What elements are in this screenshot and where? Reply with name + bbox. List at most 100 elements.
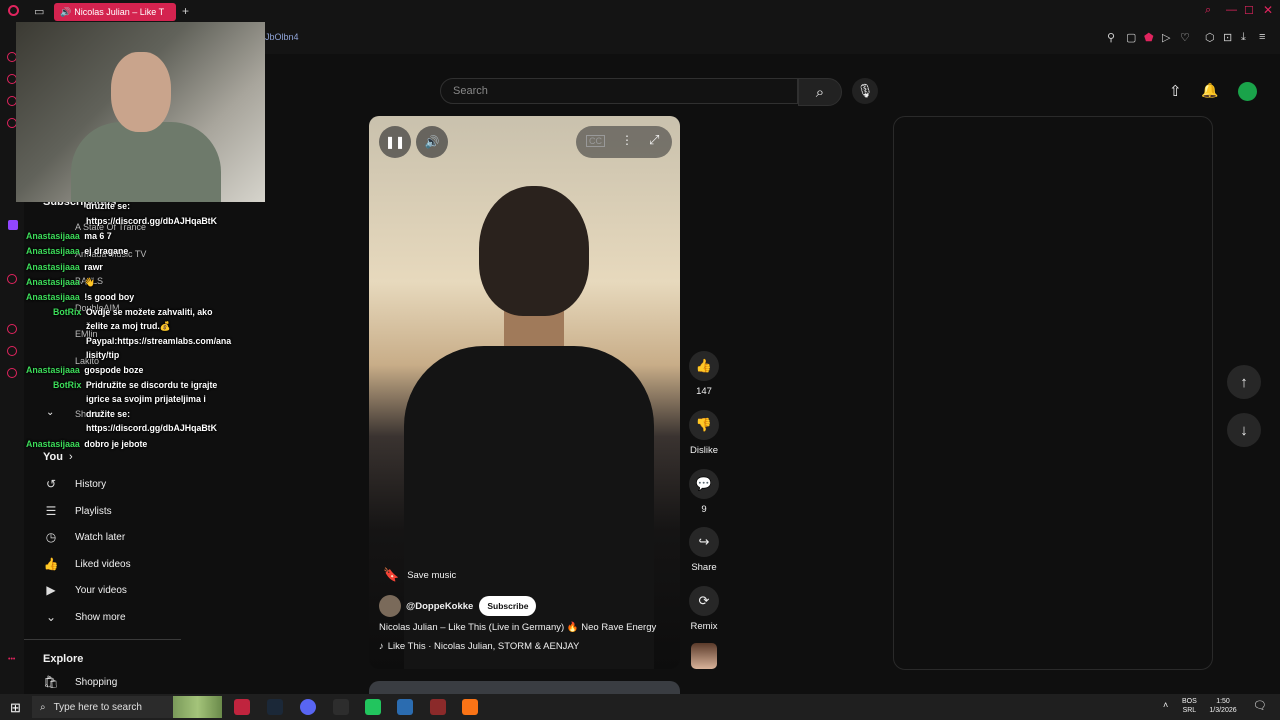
more-options-icon[interactable]: ⋮ [621,133,633,147]
search-button[interactable]: ⌕ [798,78,842,106]
explore-title: Explore [43,653,84,665]
channel-avatar[interactable] [379,595,401,617]
music-row[interactable]: ♪ Like This · Nicolas Julian, STORM & AE… [379,641,579,652]
you-section-title[interactable]: You › [43,451,73,463]
dislike-button[interactable]: 👎 Dislike [688,410,720,456]
nav-shopping[interactable]: 🛍 Shopping [43,672,117,692]
search-input[interactable]: Search [440,78,798,104]
pause-button[interactable]: ❚❚ [379,126,411,158]
discord-taskbar-icon[interactable] [300,699,316,715]
sound-thumbnail[interactable] [691,643,717,669]
play-icon[interactable]: ▷ [1162,31,1170,44]
like-button[interactable]: 👍 147 [688,351,720,397]
app-taskbar-icon[interactable] [397,699,413,715]
menu-icon[interactable]: ≡ [1259,31,1265,43]
lock-icon[interactable]: ⊡ [1223,31,1232,44]
chat-line: Anastasijaaa dobro je jebote [26,439,148,449]
extensions-icon[interactable]: ⬡ [1205,31,1215,44]
comments-button[interactable]: 💬 9 [688,469,720,515]
nav-playlists[interactable]: ☰ Playlists [43,501,112,521]
language-indicator[interactable]: BOS SRL [1182,697,1197,715]
voice-search-button[interactable]: 🎙 [852,78,878,104]
snapshot-icon[interactable]: ▢ [1126,31,1136,44]
notification-icon[interactable]: 🗨 [1253,699,1267,712]
sidebar-app-icon[interactable] [7,346,17,356]
upload-icon[interactable]: ⇧ [1169,82,1182,100]
nav-show-more[interactable]: ⌄ Show more [43,607,126,627]
volume-button[interactable]: 🔊 [416,126,448,158]
subscribe-button[interactable]: Subscribe [479,596,537,616]
search-icon: ⌕ [815,83,825,101]
chat-text: družite se: [86,409,130,419]
maximize-icon[interactable]: ☐ [1244,4,1254,17]
music-info: Like This · Nicolas Julian, STORM & AENJ… [387,641,580,652]
nav-history[interactable]: ↺ History [43,474,106,494]
nav-watch-later[interactable]: ◷ Watch later [43,527,125,547]
heart-icon[interactable]: ♡ [1180,31,1190,44]
sidebar-app-icon[interactable] [7,368,17,378]
pin-icon[interactable]: ⚲ [1107,31,1115,44]
avatar[interactable] [1238,82,1257,101]
new-tab-icon[interactable]: + [182,4,189,18]
steam-taskbar-icon[interactable] [267,699,283,715]
opera-taskbar-icon[interactable] [234,699,250,715]
remix-icon: ⟳ [689,586,719,616]
minimize-icon[interactable]: — [1226,4,1237,16]
vpn-icon[interactable]: ⬟ [1144,31,1154,44]
thumb-down-icon: 👎 [689,410,719,440]
remix-label: Remix [690,621,718,632]
chat-text: https://discord.gg/dbAJHqaBtK [86,215,217,226]
opera-logo-icon[interactable] [8,5,19,16]
search-tabs-icon[interactable]: ⌕ [1205,4,1211,17]
video-title[interactable]: Nicolas Julian – Like This (Live in Germ… [379,622,656,633]
captions-icon[interactable]: CC [586,135,605,147]
sidebar-app-icon[interactable] [7,274,17,284]
sidebar-app-icon[interactable] [7,324,17,334]
url-text[interactable]: JbOlbn4 [265,32,299,42]
shorts-video-player[interactable]: ❚❚ 🔊 CC ⋮ ⤢ 🔖 Save music @DoppeKokke Sub… [369,116,680,669]
bell-icon[interactable]: 🔔 [1201,82,1218,99]
channel-name[interactable]: @DoppeKokke [406,601,473,612]
app-taskbar-icon[interactable] [430,699,446,715]
chat-text: igrice sa svojim prijateljima i [86,394,206,404]
active-tab[interactable]: 🔊 Nicolas Julian – Like T [54,3,176,21]
download-icon[interactable]: ⤓ [1241,31,1246,44]
share-icon: ↪ [689,527,719,557]
chat-text: https://discord.gg/dbAJHqaBtK [86,423,217,433]
divider [24,639,181,640]
chevron-right-icon: › [68,451,73,463]
playlist-icon: ☰ [45,504,57,518]
twitch-icon[interactable] [8,220,18,230]
chat-line: Anastasijaaa ma 6 7 [26,231,112,241]
remix-button[interactable]: ⟳ Remix [688,586,720,632]
fullscreen-icon[interactable]: ⤢ [649,132,659,148]
tray-chevron-icon[interactable]: ˄ [1163,700,1168,710]
close-icon[interactable]: ✕ [1263,3,1273,17]
save-music-button[interactable]: 🔖 Save music [383,564,456,586]
player-controls-group: CC ⋮ ⤢ [576,126,672,158]
next-short-preview[interactable] [369,681,680,694]
side-panel [893,116,1213,670]
clock[interactable]: 1:50 1/3/2026 [1205,697,1241,715]
play-square-icon: ▶ [46,583,56,597]
windows-start-icon[interactable]: ⊞ [10,700,21,716]
clock-icon: ◷ [45,530,57,544]
app-taskbar-icon[interactable] [333,699,349,715]
share-button[interactable]: ↪ Share [688,527,720,573]
streamer-face [111,52,171,132]
speaker-icon[interactable]: 🔊 [60,7,71,18]
next-short-button[interactable]: ↓ [1227,413,1261,447]
tab-menu-icon[interactable]: ▭ [34,5,44,18]
comment-icon: 💬 [689,469,719,499]
history-icon: ↺ [45,477,57,491]
streamer-body [71,122,221,202]
chevron-down-icon[interactable]: ⌄ [46,407,54,418]
previous-short-button[interactable]: ↑ [1227,365,1261,399]
app-taskbar-icon[interactable] [462,699,478,715]
app-taskbar-icon[interactable] [365,699,381,715]
bag-icon: 🛍 [43,675,59,689]
nav-liked-videos[interactable]: 👍 Liked videos [43,554,131,574]
more-icon[interactable]: ••• [8,656,15,663]
nav-your-videos[interactable]: ▶ Your videos [43,580,127,600]
chat-line: BotRix Pridružite se discordu te igrajte [53,380,218,390]
